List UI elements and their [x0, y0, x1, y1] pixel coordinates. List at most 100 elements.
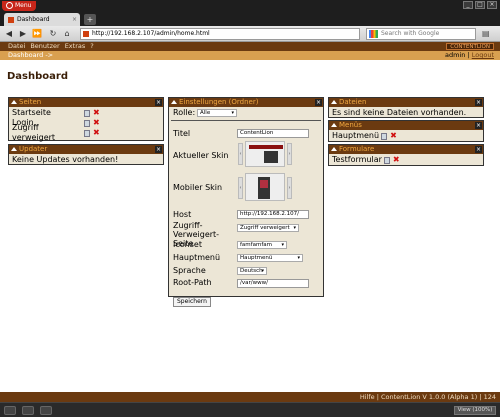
host-input[interactable]: http://192.168.2.107/	[237, 210, 309, 219]
edit-icon[interactable]	[84, 129, 90, 137]
favicon-icon	[8, 17, 14, 23]
panel-toggle-icon[interactable]: ▤	[482, 29, 490, 38]
address-bar[interactable]: http://192.168.2.107/admin/home.html	[80, 28, 360, 40]
home-icon[interactable]: ⌂	[61, 29, 73, 39]
panel-header[interactable]: Einstellungen (Ordner) ×	[169, 98, 323, 107]
unite-icon[interactable]	[4, 406, 16, 415]
panel-header[interactable]: Seiten ×	[9, 98, 163, 107]
menu-link[interactable]: Hauptmenü	[332, 131, 379, 141]
opera-icon	[6, 2, 13, 9]
new-tab-button[interactable]: +	[84, 14, 96, 25]
opera-menu-button[interactable]: Menu	[2, 1, 36, 11]
tab-dashboard[interactable]: Dashboard ×	[4, 13, 80, 26]
edit-icon[interactable]	[383, 156, 390, 164]
speed-dial-icon[interactable]	[22, 406, 34, 415]
delete-icon[interactable]: ✖	[93, 119, 100, 127]
panel-close-icon[interactable]: ×	[155, 99, 162, 106]
role-select[interactable]: Alle	[197, 109, 237, 117]
panel-title: Formulare	[339, 145, 375, 153]
mobile-skin-prev-icon[interactable]: ‹	[238, 177, 243, 199]
updater-message: Keine Updates vorhanden!	[12, 155, 119, 164]
collapse-icon[interactable]	[11, 100, 17, 104]
opera-menu-label: Menu	[15, 2, 32, 9]
skin-preview-image	[264, 151, 278, 163]
page-link[interactable]: Zugriff verweigert	[12, 123, 84, 143]
collapse-icon[interactable]	[331, 147, 337, 151]
collapse-icon[interactable]	[171, 100, 177, 104]
skin-preview-header	[249, 145, 283, 149]
panel-menues: Menüs × Hauptmenü ✖	[328, 120, 484, 142]
skin-preview	[245, 141, 285, 167]
logout-link[interactable]: Logout	[472, 51, 494, 59]
skin-label: Aktueller Skin	[173, 151, 229, 160]
url-text: http://192.168.2.107/admin/home.html	[92, 30, 210, 37]
fast-forward-icon[interactable]: ⏩	[31, 29, 43, 39]
menu-datei[interactable]: Datei	[8, 42, 25, 51]
mobile-preview-screen	[260, 180, 268, 188]
panel-title: Dateien	[339, 98, 367, 106]
mobile-skin-next-icon[interactable]: ›	[287, 177, 292, 199]
hauptmenu-label: Hauptmenü	[173, 253, 221, 262]
panel-dateien: Dateien × Es sind keine Dateien vorhanden…	[328, 97, 484, 118]
save-button[interactable]: Speichern	[173, 297, 211, 307]
panel-seiten: Seiten × Startseite ✖ Login ✖ Zugriff verwe…	[8, 97, 164, 143]
minimize-button[interactable]: _	[463, 1, 473, 9]
edit-icon[interactable]	[84, 119, 90, 127]
list-item: Hauptmenü ✖	[332, 131, 480, 141]
back-icon[interactable]: ◀	[3, 29, 15, 39]
contentlion-logo: CONTENTLION	[446, 43, 494, 50]
close-window-button[interactable]: ×	[487, 1, 497, 9]
collapse-icon[interactable]	[331, 123, 337, 127]
collapse-icon[interactable]	[331, 100, 337, 104]
delete-icon[interactable]: ✖	[93, 109, 100, 117]
panel-close-icon[interactable]: ×	[315, 99, 322, 106]
iconset-label: Iconset	[173, 240, 202, 249]
app-menubar: Datei Benutzer Extras ? CONTENTLION	[0, 42, 500, 51]
sprache-select[interactable]: Deutsch	[237, 267, 267, 275]
edit-icon[interactable]	[381, 132, 388, 140]
panel-close-icon[interactable]: ×	[475, 122, 482, 129]
menu-extras[interactable]: Extras	[65, 42, 86, 51]
hauptmenu-select[interactable]: Hauptmenü	[237, 254, 303, 262]
panel-header[interactable]: Updater ×	[9, 145, 163, 154]
breadcrumb-bar: Dashboard -> admin | Logout	[0, 51, 500, 60]
edit-icon[interactable]	[84, 109, 90, 117]
skin-next-icon[interactable]: ›	[287, 143, 292, 165]
rootpath-input[interactable]: /var/www/	[237, 279, 309, 288]
app-footer: Hilfe | ContentLion V 1.0.0 (Alpha 1) | …	[0, 392, 500, 402]
panel-formulare: Formulare × Testformular ✖	[328, 144, 484, 166]
panel-close-icon[interactable]: ×	[155, 146, 162, 153]
panel-close-icon[interactable]: ×	[475, 99, 482, 106]
host-label: Host	[173, 210, 192, 219]
tab-title: Dashboard	[17, 16, 50, 23]
titel-input[interactable]: ContentLion	[237, 129, 309, 138]
zoom-control[interactable]: View (100%)	[454, 406, 496, 415]
reload-icon[interactable]: ↻	[47, 29, 59, 39]
form-link[interactable]: Testformular	[332, 155, 382, 165]
maximize-button[interactable]: □	[475, 1, 485, 9]
page-link[interactable]: Startseite	[12, 108, 84, 118]
tab-bar: Dashboard × +	[0, 11, 500, 26]
panel-close-icon[interactable]: ×	[475, 146, 482, 153]
forward-icon[interactable]: ▶	[17, 29, 29, 39]
skin-prev-icon[interactable]: ‹	[238, 143, 243, 165]
delete-icon[interactable]: ✖	[93, 129, 100, 137]
iconset-select[interactable]: famfamfam	[237, 241, 287, 249]
tab-close-icon[interactable]: ×	[72, 13, 77, 26]
panel-header[interactable]: Menüs ×	[329, 121, 483, 130]
turbo-icon[interactable]	[40, 406, 52, 415]
breadcrumb[interactable]: Dashboard ->	[8, 51, 53, 60]
collapse-icon[interactable]	[11, 147, 17, 151]
panel-title: Seiten	[19, 98, 42, 106]
panel-header[interactable]: Formulare ×	[329, 145, 483, 154]
zugriff-select[interactable]: Zugriff verweigert	[237, 224, 299, 232]
delete-icon[interactable]: ✖	[390, 132, 397, 140]
delete-icon[interactable]: ✖	[393, 156, 400, 164]
panel-einstellungen: Einstellungen (Ordner) × Rolle: Alle Tite…	[168, 97, 324, 307]
menu-benutzer[interactable]: Benutzer	[30, 42, 59, 51]
search-field[interactable]: Search with Google	[366, 28, 476, 40]
panel-title: Einstellungen (Ordner)	[179, 98, 259, 106]
menu-help[interactable]: ?	[90, 42, 93, 51]
panel-header[interactable]: Dateien ×	[329, 98, 483, 107]
navigation-bar: ◀ ▶ ⏩ ↻ ⌂ http://192.168.2.107/admin/hom…	[0, 26, 500, 42]
